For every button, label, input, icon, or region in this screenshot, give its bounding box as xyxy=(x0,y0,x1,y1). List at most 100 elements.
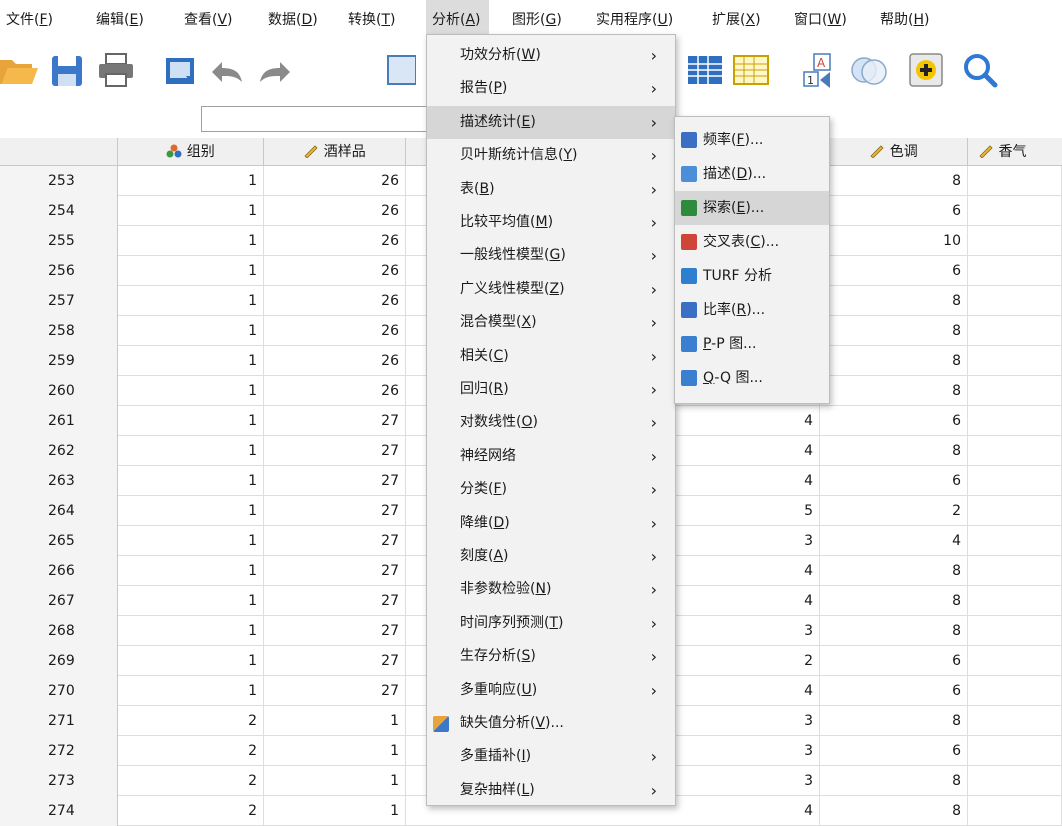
cell-aroma[interactable] xyxy=(968,196,1062,226)
cell-hidden-column[interactable]: 4 xyxy=(676,466,820,496)
analyze-menu-item[interactable]: 对数线性(O) › xyxy=(427,406,675,439)
cell-hue[interactable]: 8 xyxy=(820,346,968,376)
descriptive-submenu-item[interactable]: 描述(D)... xyxy=(675,157,829,191)
cell-hue[interactable]: 6 xyxy=(820,406,968,436)
cell-aroma[interactable] xyxy=(968,496,1062,526)
cell-group[interactable]: 1 xyxy=(118,226,264,256)
cell-hue[interactable]: 4 xyxy=(820,526,968,556)
goto-case-icon[interactable] xyxy=(386,50,417,90)
cell-sample[interactable]: 26 xyxy=(264,256,406,286)
cell-hidden-column[interactable]: 4 xyxy=(676,436,820,466)
cell-sample[interactable]: 27 xyxy=(264,436,406,466)
analyze-menu-item[interactable]: 复杂抽样(L) › xyxy=(427,774,675,807)
menu-extensions[interactable]: 扩展(X) xyxy=(712,9,761,29)
cell-hue[interactable]: 8 xyxy=(820,556,968,586)
cell-group[interactable]: 2 xyxy=(118,766,264,796)
menu-transform[interactable]: 转换(T) xyxy=(348,9,396,29)
cell-hue[interactable]: 8 xyxy=(820,706,968,736)
analyze-menu-item[interactable]: 描述统计(E) › xyxy=(427,105,675,140)
analyze-menu-item[interactable]: 回归(R) › xyxy=(427,373,675,406)
descriptive-submenu-item[interactable]: 探索(E)... xyxy=(675,191,829,225)
menu-view[interactable]: 查看(V) xyxy=(184,9,233,29)
cell-hue[interactable]: 2 xyxy=(820,496,968,526)
cell-group[interactable]: 2 xyxy=(118,706,264,736)
analyze-menu-item[interactable]: 贝叶斯统计信息(Y) › xyxy=(427,139,675,172)
cell-sample[interactable]: 26 xyxy=(264,196,406,226)
analyze-menu-item[interactable]: 报告(P) › xyxy=(427,72,675,105)
cell-sample[interactable]: 26 xyxy=(264,316,406,346)
analyze-menu-item[interactable]: 缺失值分析(V)... xyxy=(427,707,675,740)
analyze-menu-item[interactable]: 多重插补(I) › xyxy=(427,740,675,773)
cell-aroma[interactable] xyxy=(968,256,1062,286)
cell-group[interactable]: 1 xyxy=(118,346,264,376)
cell-aroma[interactable] xyxy=(968,526,1062,556)
cell-aroma[interactable] xyxy=(968,286,1062,316)
cell-hue[interactable]: 6 xyxy=(820,466,968,496)
cell-sample[interactable]: 26 xyxy=(264,226,406,256)
cell-hidden-column[interactable]: 3 xyxy=(676,526,820,556)
cell-aroma[interactable] xyxy=(968,586,1062,616)
analyze-menu-item[interactable]: 神经网络 › xyxy=(427,440,675,473)
column-header-group[interactable]: 组别 xyxy=(118,138,264,166)
cell-hidden-column[interactable]: 4 xyxy=(676,556,820,586)
column-header-sample[interactable]: 酒样品 xyxy=(264,138,406,166)
cell-sample[interactable]: 26 xyxy=(264,286,406,316)
descriptive-submenu-item[interactable]: 比率(R)... xyxy=(675,293,829,327)
cell-hidden-column[interactable]: 4 xyxy=(676,676,820,706)
cell-group[interactable]: 1 xyxy=(118,586,264,616)
cell-group[interactable]: 1 xyxy=(118,166,264,196)
cell-hue[interactable]: 8 xyxy=(820,586,968,616)
cell-sample[interactable]: 27 xyxy=(264,406,406,436)
cell-sample[interactable]: 1 xyxy=(264,706,406,736)
analyze-menu-item[interactable]: 降维(D) › xyxy=(427,507,675,540)
cell-group[interactable]: 1 xyxy=(118,376,264,406)
cell-sample[interactable]: 26 xyxy=(264,376,406,406)
cell-hue[interactable]: 8 xyxy=(820,376,968,406)
cell-sample[interactable]: 26 xyxy=(264,346,406,376)
cell-aroma[interactable] xyxy=(968,616,1062,646)
menu-edit[interactable]: 编辑(E) xyxy=(96,9,144,29)
cell-group[interactable]: 1 xyxy=(118,526,264,556)
analyze-menu-item[interactable]: 功效分析(W) › xyxy=(427,39,675,72)
cell-hue[interactable]: 6 xyxy=(820,676,968,706)
descriptive-submenu-item[interactable]: 交叉表(C)... xyxy=(675,225,829,259)
analyze-menu-item[interactable]: 表(B) › xyxy=(427,173,675,206)
cell-sample[interactable]: 27 xyxy=(264,646,406,676)
cell-group[interactable]: 1 xyxy=(118,196,264,226)
cell-hidden-column[interactable]: 3 xyxy=(676,766,820,796)
cell-group[interactable]: 1 xyxy=(118,496,264,526)
analyze-menu-item[interactable]: 刻度(A) › xyxy=(427,540,675,573)
cell-group[interactable]: 1 xyxy=(118,616,264,646)
cell-hue[interactable]: 8 xyxy=(820,436,968,466)
cell-hidden-column[interactable]: 4 xyxy=(676,586,820,616)
cell-sample[interactable]: 1 xyxy=(264,766,406,796)
cell-aroma[interactable] xyxy=(968,736,1062,766)
cell-group[interactable]: 1 xyxy=(118,676,264,706)
cell-aroma[interactable] xyxy=(968,766,1062,796)
value-labels-icon[interactable]: A1 xyxy=(800,50,840,90)
cell-hue[interactable]: 8 xyxy=(820,286,968,316)
analyze-menu-item[interactable]: 混合模型(X) › xyxy=(427,306,675,339)
cell-aroma[interactable] xyxy=(968,316,1062,346)
descriptive-submenu-item[interactable]: P-P 图... xyxy=(675,327,829,361)
cell-group[interactable]: 1 xyxy=(118,316,264,346)
analyze-menu-item[interactable]: 非参数检验(N) › xyxy=(427,573,675,606)
menu-analyze[interactable]: 分析(A) xyxy=(426,0,489,34)
print-icon[interactable] xyxy=(96,50,136,90)
descriptive-submenu-item[interactable]: Q-Q 图... xyxy=(675,361,829,395)
cell-sample[interactable]: 27 xyxy=(264,586,406,616)
analyze-menu-item[interactable]: 多重响应(U) › xyxy=(427,674,675,707)
analyze-menu-item[interactable]: 生存分析(S) › xyxy=(427,640,675,673)
menu-graphs[interactable]: 图形(G) xyxy=(512,9,562,29)
cell-sample[interactable]: 26 xyxy=(264,166,406,196)
table-icon[interactable] xyxy=(686,50,726,90)
cell-hue[interactable]: 6 xyxy=(820,256,968,286)
cell-aroma[interactable] xyxy=(968,556,1062,586)
open-icon[interactable] xyxy=(0,50,40,90)
cell-aroma[interactable] xyxy=(968,706,1062,736)
save-icon[interactable] xyxy=(48,50,88,90)
cell-hue[interactable]: 8 xyxy=(820,616,968,646)
cell-hidden-column[interactable]: 3 xyxy=(676,616,820,646)
cell-sample[interactable]: 27 xyxy=(264,616,406,646)
cell-aroma[interactable] xyxy=(968,376,1062,406)
